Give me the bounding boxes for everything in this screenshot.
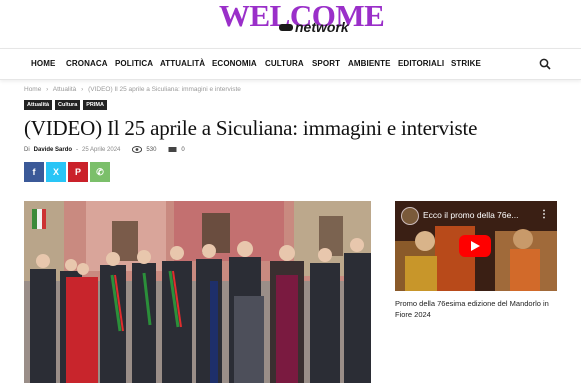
tag-attualita[interactable]: Attualità — [24, 100, 52, 110]
more-options-icon[interactable]: ⋮ — [539, 209, 549, 220]
breadcrumb-section[interactable]: Attualità — [53, 86, 77, 93]
whatsapp-icon: ✆ — [96, 166, 104, 177]
pinterest-icon: P — [74, 167, 81, 177]
nav-cronaca[interactable]: CRONACA — [66, 59, 108, 68]
site-logo[interactable]: WELCOME network — [0, 0, 581, 46]
eye-icon — [132, 146, 143, 153]
article-featured-image — [24, 201, 371, 383]
main-navigation: HOME CRONACA POLITICA ATTUALITÀ ECONOMIA… — [0, 48, 581, 80]
nav-sport[interactable]: SPORT — [312, 59, 340, 68]
whatsapp-share-button[interactable]: ✆ — [90, 162, 110, 182]
nav-attualita[interactable]: ATTUALITÀ — [160, 59, 205, 68]
twitter-icon: X — [52, 167, 59, 177]
search-icon[interactable] — [539, 58, 551, 70]
sidebar-video-player[interactable]: Ecco il promo della 76e... ⋮ — [395, 201, 557, 291]
channel-avatar[interactable] — [401, 207, 419, 225]
article-date: 25 Aprile 2024 — [82, 146, 121, 153]
logo-network-text: network — [295, 19, 349, 35]
tag-prima[interactable]: PRIMA — [83, 100, 107, 110]
logo-mark-icon — [279, 24, 293, 31]
nav-editoriali[interactable]: EDITORIALI — [398, 59, 444, 68]
facebook-share-button[interactable]: f — [24, 162, 44, 182]
meta-dash: - — [76, 146, 79, 153]
article-meta: Di Davide Sardo - 25 Aprile 2024 530 0 — [24, 146, 185, 153]
author-link[interactable]: Davide Sardo — [34, 147, 72, 153]
breadcrumb-home[interactable]: Home — [24, 86, 41, 93]
sidebar-video-caption[interactable]: Promo della 76esima edizione del Mandorl… — [395, 298, 555, 320]
comment-count[interactable]: 0 — [181, 147, 184, 153]
nav-ambiente[interactable]: AMBIENTE — [348, 59, 391, 68]
article-title: (VIDEO) Il 25 aprile a Siculiana: immagi… — [24, 116, 478, 140]
ceremony-photo — [24, 201, 371, 383]
breadcrumb-separator: › — [81, 86, 84, 93]
breadcrumb-separator: › — [46, 86, 49, 93]
nav-economia[interactable]: ECONOMIA — [212, 59, 257, 68]
breadcrumb: Home › Attualità › (VIDEO) Il 25 aprile … — [24, 86, 244, 93]
tag-cultura[interactable]: Cultura — [55, 100, 81, 110]
nav-politica[interactable]: POLITICA — [115, 59, 153, 68]
play-button-icon[interactable] — [459, 235, 491, 257]
share-buttons: f X P ✆ — [24, 162, 110, 182]
breadcrumb-current: (VIDEO) Il 25 aprile a Siculiana: immagi… — [88, 86, 241, 93]
nav-cultura[interactable]: CULTURA — [265, 59, 304, 68]
pinterest-share-button[interactable]: P — [68, 162, 88, 182]
video-title[interactable]: Ecco il promo della 76e... — [423, 210, 518, 220]
view-count: 530 — [146, 146, 157, 153]
comment-icon — [168, 147, 177, 152]
twitter-share-button[interactable]: X — [46, 162, 66, 182]
nav-home[interactable]: HOME — [31, 59, 55, 68]
author-prefix: Di — [24, 146, 30, 153]
facebook-icon: f — [32, 167, 36, 177]
nav-strike[interactable]: STRIKE — [451, 59, 481, 68]
category-tags: Attualità Cultura PRIMA — [24, 100, 107, 110]
